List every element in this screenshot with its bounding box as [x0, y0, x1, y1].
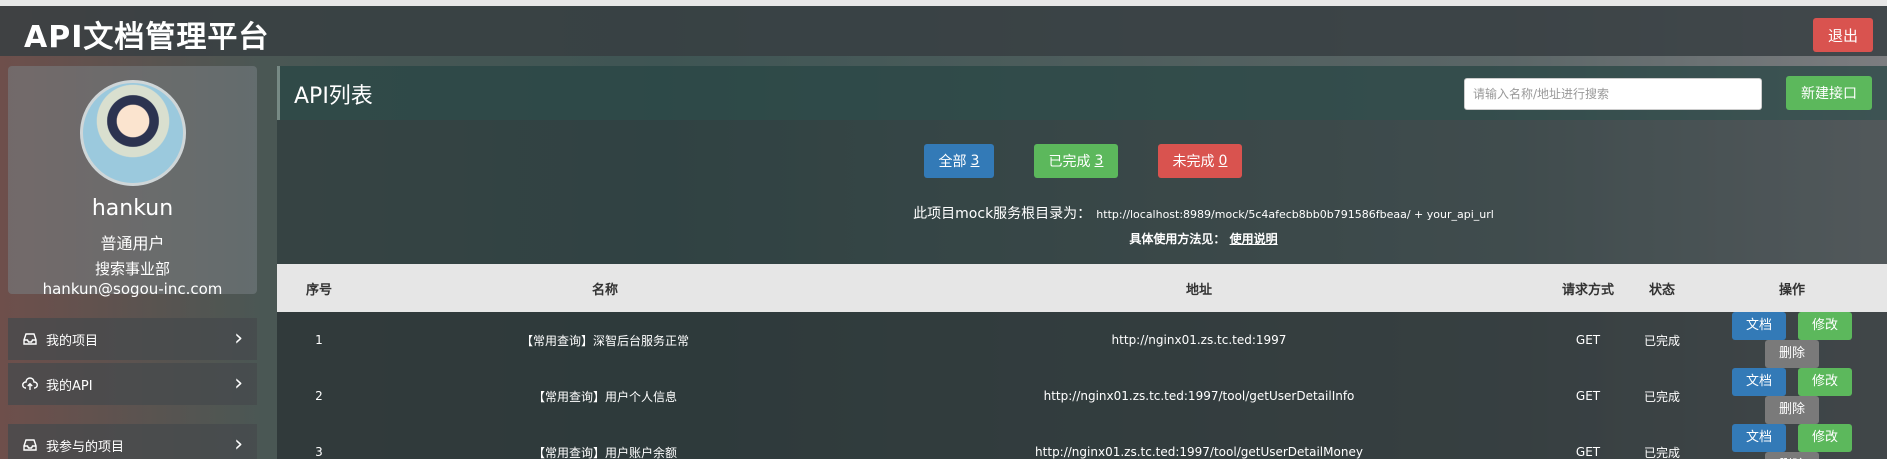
usage-info: 具体使用方法见： 使用说明	[0, 230, 1887, 247]
page-title: API列表	[294, 84, 373, 109]
mock-info: 此项目mock服务根目录为： http://localhost:8989/moc…	[0, 203, 1887, 223]
cell-address: http://nginx01.zs.tc.ted:1997/tool/getUs…	[1035, 445, 1363, 459]
chevron-right-icon: ›	[234, 371, 243, 396]
col-header-no: 序号	[305, 282, 332, 298]
cell-method: GET	[1575, 389, 1601, 403]
filter-count: 3	[1094, 153, 1104, 169]
col-header-method: 请求方式	[1561, 282, 1614, 298]
chevron-right-icon: ›	[234, 326, 243, 351]
filter-count: 0	[1218, 153, 1228, 169]
filter-todo-button[interactable]: 未完成 0	[1158, 144, 1242, 178]
cell-status: 已完成	[1643, 445, 1680, 459]
sidebar-item-joined-projects[interactable]: 我参与的项目 ›	[8, 424, 257, 459]
sidebar-item-label: 我的API	[46, 378, 93, 394]
table-row: 1 【常用查询】深智后台服务正常 http://nginx01.zs.tc.te…	[277, 312, 1887, 368]
app-title: API文档管理平台	[24, 20, 270, 55]
cell-no: 3	[315, 445, 323, 459]
filter-label: 已完成	[1048, 154, 1091, 170]
cloud-upload-icon	[22, 377, 38, 390]
filter-all-button[interactable]: 全部 3	[924, 144, 994, 178]
sidebar-item-my-api[interactable]: 我的API ›	[8, 363, 257, 405]
cell-no: 1	[315, 333, 323, 347]
cell-actions: 文档修改删除	[1697, 368, 1887, 424]
filter-label: 全部	[938, 154, 967, 170]
inbox-icon	[23, 439, 37, 451]
api-table: 序号 名称 地址 请求方式 状态 操作 1 【常用查询】深智后台服务正常 htt…	[277, 264, 1887, 459]
delete-button[interactable]: 删除	[1765, 396, 1819, 424]
filter-label: 未完成	[1172, 154, 1215, 170]
avatar	[80, 80, 186, 186]
edit-button[interactable]: 修改	[1798, 312, 1852, 340]
filter-done-button[interactable]: 已完成 3	[1034, 144, 1118, 178]
cell-address: http://nginx01.zs.tc.ted:1997/tool/getUs…	[1043, 389, 1355, 403]
cell-method: GET	[1575, 333, 1601, 347]
top-navbar: API文档管理平台 退出	[0, 0, 1887, 56]
profile-card: hankun 普通用户 搜索事业部 hankun@sogou-inc.com	[8, 66, 257, 298]
delete-button[interactable]: 删除	[1765, 340, 1819, 368]
mock-url: http://localhost:8989/mock/5c4afecb8bb0b…	[1096, 208, 1494, 221]
filter-count: 3	[970, 153, 980, 169]
col-header-address: 地址	[1185, 282, 1212, 298]
chevron-right-icon: ›	[234, 432, 243, 457]
col-header-status: 状态	[1648, 282, 1675, 298]
mock-label: 此项目mock服务根目录为：	[913, 206, 1092, 222]
doc-button[interactable]: 文档	[1732, 312, 1786, 340]
delete-button[interactable]: 删除	[1765, 452, 1819, 459]
doc-button[interactable]: 文档	[1732, 368, 1786, 396]
panel-header: API列表 新建接口	[277, 66, 1887, 120]
cell-actions: 文档修改删除	[1697, 424, 1887, 459]
col-header-name: 名称	[591, 282, 618, 298]
cell-actions: 文档修改删除	[1697, 312, 1887, 368]
col-header-actions: 操作	[1778, 282, 1805, 298]
cell-status: 已完成	[1643, 333, 1680, 348]
cell-name: 【常用查询】用户个人信息	[532, 389, 677, 404]
new-api-button[interactable]: 新建接口	[1786, 76, 1872, 110]
profile-email: hankun@sogou-inc.com	[42, 280, 223, 298]
edit-button[interactable]: 修改	[1798, 424, 1852, 452]
usage-label: 具体使用方法见：	[1129, 232, 1226, 246]
sidebar-item-label: 我的项目	[46, 333, 99, 349]
edit-button[interactable]: 修改	[1798, 368, 1852, 396]
cell-no: 2	[315, 389, 323, 403]
logout-button[interactable]: 退出	[1813, 18, 1873, 52]
profile-department: 搜索事业部	[94, 260, 170, 278]
table-header-row: 序号 名称 地址 请求方式 状态 操作	[277, 264, 1887, 312]
search-input[interactable]	[1464, 78, 1762, 110]
cell-method: GET	[1575, 445, 1601, 459]
table-row: 2 【常用查询】用户个人信息 http://nginx01.zs.tc.ted:…	[277, 368, 1887, 424]
cell-name: 【常用查询】用户账户余额	[532, 445, 677, 459]
cell-address: http://nginx01.zs.tc.ted:1997	[1111, 333, 1287, 347]
usage-link[interactable]: 使用说明	[1230, 232, 1278, 246]
sidebar-item-my-projects[interactable]: 我的项目 ›	[8, 318, 257, 360]
cell-status: 已完成	[1643, 389, 1680, 404]
doc-button[interactable]: 文档	[1732, 424, 1786, 452]
table-row: 3 【常用查询】用户账户余额 http://nginx01.zs.tc.ted:…	[277, 424, 1887, 459]
cell-name: 【常用查询】深智后台服务正常	[520, 333, 689, 348]
sidebar-item-label: 我参与的项目	[46, 439, 125, 455]
inbox-icon	[23, 333, 37, 345]
